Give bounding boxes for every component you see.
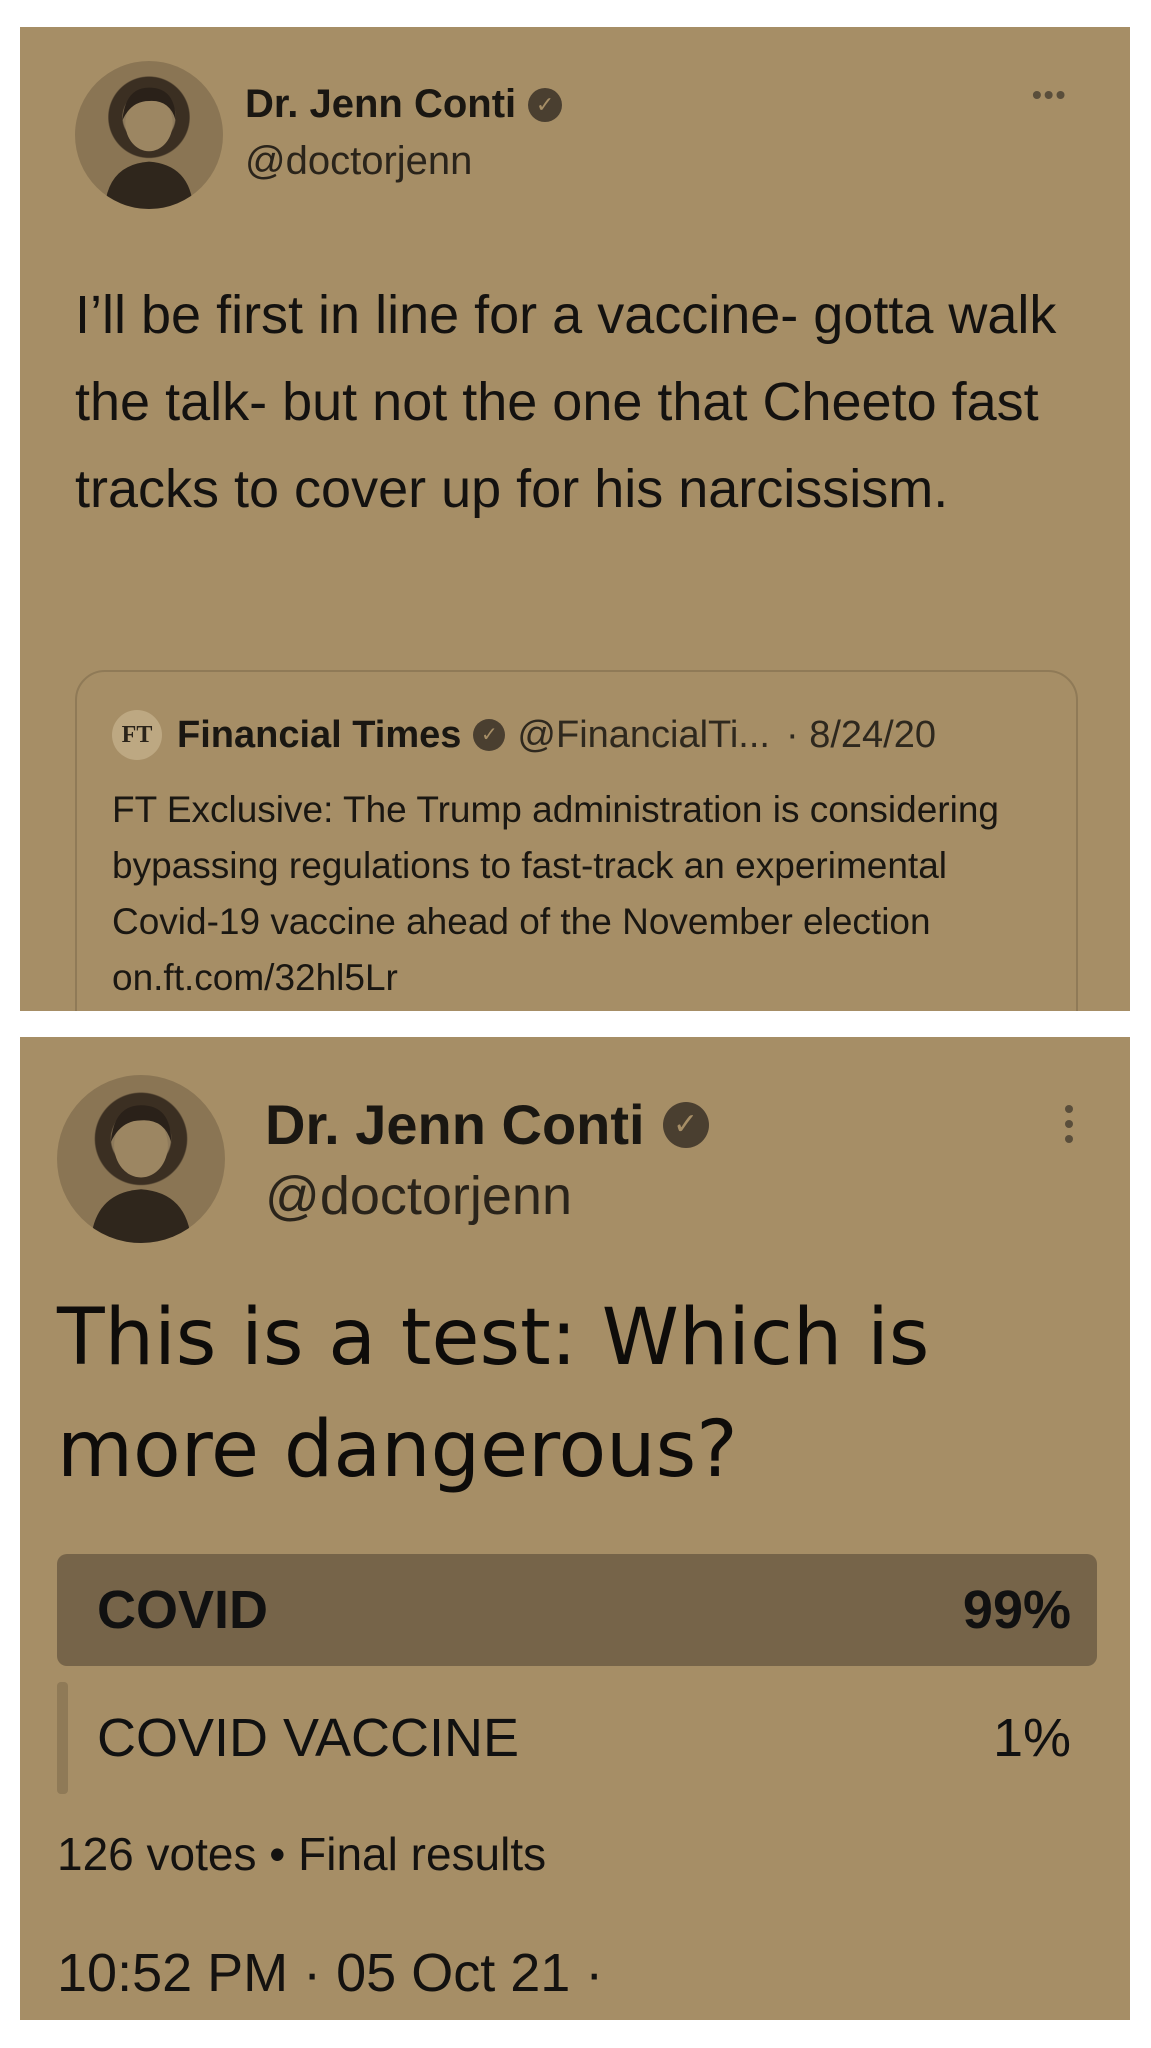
poll-result-bar [57, 1682, 68, 1794]
tweet-card-1: Dr. Jenn Conti ✓ @doctorjenn ••• I’ll be… [20, 27, 1130, 1011]
avatar-portrait-icon [90, 1105, 192, 1243]
quoted-tweet-date: · 8/24/20 [785, 713, 936, 756]
more-options-icon[interactable]: ••• [1032, 79, 1067, 111]
more-options-icon[interactable] [1065, 1105, 1073, 1150]
verified-badge-icon: ✓ [528, 87, 563, 122]
poll-option-percent: 1% [992, 1708, 1071, 1768]
author-name[interactable]: Dr. Jenn Conti [245, 82, 516, 127]
author-handle[interactable]: @doctorjenn [245, 139, 472, 184]
poll-option-label: COVID VACCINE [97, 1708, 520, 1768]
tweet-text: I’ll be first in line for a vaccine- got… [75, 285, 1057, 519]
avatar[interactable] [75, 61, 223, 209]
avatar[interactable] [57, 1075, 225, 1243]
author-name[interactable]: Dr. Jenn Conti [265, 1092, 645, 1157]
author-handle[interactable]: @doctorjenn [265, 1165, 572, 1227]
tweet-text: This is a test: Which is more dangerous? [57, 1293, 930, 1495]
ft-logo-icon: FT [112, 710, 162, 760]
poll-option-percent: 99% [962, 1580, 1071, 1640]
poll-option-covid: COVID 99% [57, 1554, 1107, 1666]
quoted-tweet-text: FT Exclusive: The Trump administration i… [112, 789, 999, 998]
author-name-row[interactable]: Dr. Jenn Conti ✓ [265, 1092, 709, 1157]
tweet-timestamp[interactable]: 10:52 PM · 05 Oct 21 · [57, 1942, 603, 2004]
poll-summary: 126 votes • Final results [57, 1828, 547, 1880]
poll-option-covid-vaccine: COVID VACCINE 1% [57, 1682, 1107, 1794]
quoted-author-handle: @FinancialTi... [517, 713, 770, 756]
quoted-tweet-header: Financial Times ✓ @FinancialTi... · 8/24… [177, 710, 936, 760]
quoted-author-name: Financial Times [177, 713, 462, 756]
quoted-tweet[interactable]: FT Financial Times ✓ @FinancialTi... · 8… [75, 670, 1078, 1011]
avatar-portrait-icon [104, 87, 194, 209]
author-name-row[interactable]: Dr. Jenn Conti ✓ [245, 82, 563, 127]
poll-option-label: COVID [97, 1580, 269, 1640]
verified-badge-icon: ✓ [662, 1101, 709, 1148]
tweet-card-2: Dr. Jenn Conti ✓ @doctorjenn This is a t… [20, 1037, 1130, 2020]
verified-badge-icon: ✓ [473, 719, 506, 751]
